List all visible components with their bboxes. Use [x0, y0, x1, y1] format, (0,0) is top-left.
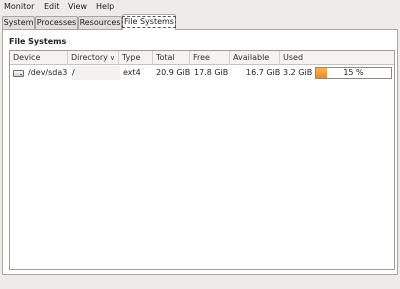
table-row[interactable]: /dev/sda3 / ext4 20.9 GiB 17.8 GiB 16.7 …	[10, 66, 394, 80]
table-header: Device Directory ∨ Type Total Free Availa…	[10, 51, 394, 65]
menu-edit[interactable]: Edit	[44, 2, 60, 11]
cell-directory: /	[72, 68, 75, 77]
tab-file-systems[interactable]: File Systems	[122, 14, 176, 30]
column-header-available[interactable]: Available	[230, 51, 280, 65]
menu-help[interactable]: Help	[96, 2, 114, 11]
tab-bar: System Processes Resources File Systems	[0, 14, 400, 30]
section-title: File Systems	[9, 37, 67, 46]
file-systems-table[interactable]: Device Directory ∨ Type Total Free Availa…	[9, 50, 395, 270]
column-header-type[interactable]: Type	[119, 51, 153, 65]
column-header-device[interactable]: Device	[10, 51, 68, 65]
usage-progress-bar: 15 %	[315, 67, 392, 79]
usage-percent-label: 15 %	[343, 68, 364, 77]
cell-total: 20.9 GiB	[156, 68, 191, 77]
menu-monitor[interactable]: Monitor	[4, 2, 34, 11]
tab-resources[interactable]: Resources	[78, 16, 122, 29]
tab-processes[interactable]: Processes	[35, 16, 78, 29]
menu-view[interactable]: View	[68, 2, 87, 11]
cell-device: /dev/sda3	[28, 68, 68, 77]
column-header-free[interactable]: Free	[190, 51, 230, 65]
harddisk-icon	[13, 70, 24, 77]
column-header-directory[interactable]: Directory ∨	[68, 51, 119, 65]
cell-available: 16.7 GiB	[246, 68, 281, 77]
cell-type: ext4	[123, 68, 141, 77]
menubar: Monitor Edit View Help	[0, 0, 400, 14]
tab-system[interactable]: System	[2, 16, 35, 29]
file-systems-panel: File Systems Device Directory ∨ Type Tota…	[2, 29, 398, 275]
cell-used: 3.2 GiB	[283, 68, 313, 77]
cell-free: 17.8 GiB	[194, 68, 229, 77]
sort-descending-icon: ∨	[109, 54, 115, 62]
column-header-total[interactable]: Total	[153, 51, 190, 65]
column-header-used[interactable]: Used	[280, 51, 394, 65]
directory-cell-shade	[72, 66, 120, 80]
